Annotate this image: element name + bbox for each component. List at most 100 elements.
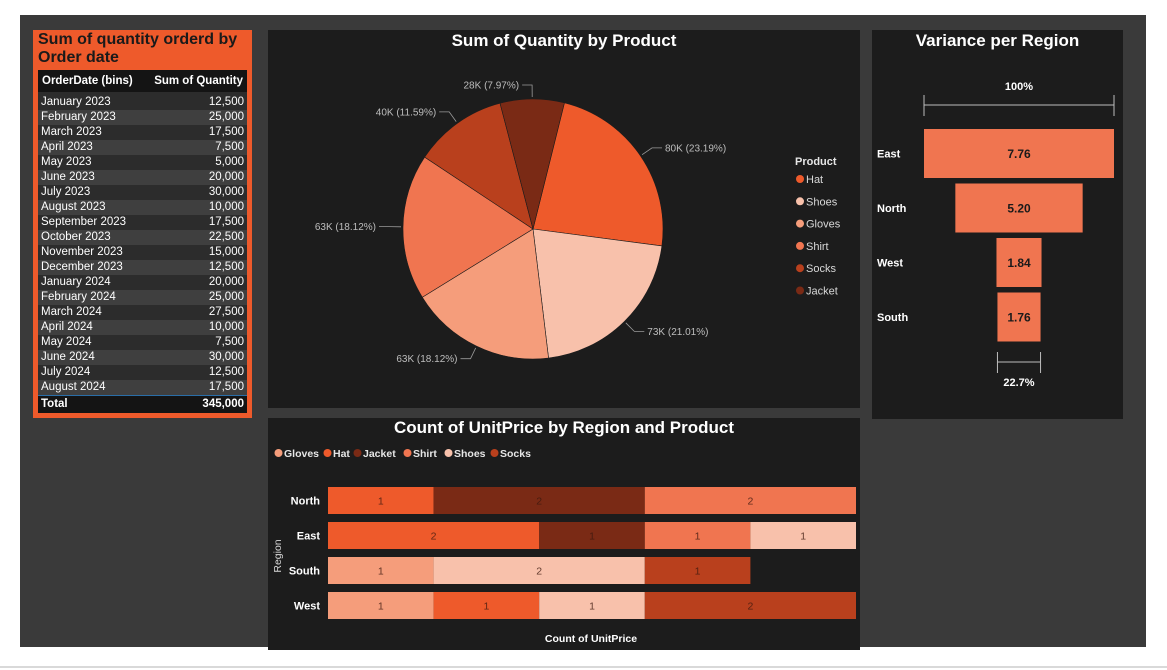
orderdate-cell: April 2024 (38, 320, 144, 335)
orderdate-cell: May 2023 (38, 155, 144, 170)
pie-data-label: 80K (23.19%) (665, 143, 726, 154)
orderdate-cell: August 2023 (38, 200, 144, 215)
quantity-cell: 10,000 (143, 320, 247, 335)
table-row[interactable]: March 2024 27,500 (38, 305, 247, 320)
quantity-table-panel: Sum of quantity orderd by Order date Ord… (33, 30, 252, 418)
legend-marker-socks (796, 264, 804, 273)
table-row[interactable]: May 2023 5,000 (38, 155, 247, 170)
table-row[interactable]: September 2023 17,500 (38, 215, 247, 230)
table-row[interactable]: August 2024 17,500 (38, 380, 247, 396)
legend-marker-shoes (444, 449, 453, 457)
pie-leader-line (439, 111, 457, 122)
funnel-chart-panel: Variance per Region 100% 7.76 East 5.20 Nort… (872, 30, 1123, 419)
x-axis-label: Count of UnitPrice (545, 633, 637, 645)
bar-value-label: 1 (589, 531, 595, 543)
bar-value-label: 2 (536, 496, 542, 508)
table-row[interactable]: October 2023 22,500 (38, 230, 247, 245)
pie-data-label: 73K (21.01%) (647, 327, 708, 338)
table-row[interactable]: August 2023 10,000 (38, 200, 247, 215)
legend-marker-shirt (403, 449, 412, 457)
legend-marker-gloves (796, 219, 804, 228)
total-value: 345,000 (143, 395, 247, 413)
table-row[interactable]: July 2024 12,500 (38, 365, 247, 380)
quantity-cell: 27,500 (143, 305, 247, 320)
column-header-quantity[interactable]: Sum of Quantity (143, 70, 247, 92)
pie-chart: 80K (23.19%) 73K (21.01%) 63K (18.12%) 63K … (315, 81, 841, 366)
funnel-category-label: West (877, 258, 903, 270)
legend-item-hat[interactable]: Hat (333, 448, 350, 460)
legend-marker-socks (490, 449, 499, 457)
legend-item-hat[interactable]: Hat (806, 174, 823, 186)
quantity-cell: 17,500 (143, 125, 247, 140)
pie-data-label: 63K (18.12%) (315, 222, 376, 233)
bar-chart: Gloves Hat Jacket Shirt Shoes Socks North 1 2 2 Ea… (272, 448, 856, 645)
bar-value-label: 2 (536, 566, 542, 578)
pie-slice-shoes[interactable] (532, 228, 663, 359)
column-header-orderdate[interactable]: OrderDate (bins) (38, 70, 144, 92)
legend-item-shoes[interactable]: Shoes (806, 196, 838, 208)
table-row[interactable]: April 2023 7,500 (38, 140, 247, 155)
bar-value-label: 2 (747, 496, 753, 508)
quantity-cell: 17,500 (143, 215, 247, 230)
pie-data-label: 40K (11.59%) (376, 107, 436, 118)
region-label: West (294, 601, 320, 613)
quantity-cell: 5,000 (143, 155, 247, 170)
quantity-cell: 12,500 (143, 260, 247, 275)
bar-value-label: 1 (589, 601, 595, 613)
pie-leader-line (625, 322, 645, 332)
pie-leader-line (641, 147, 662, 156)
legend-item-socks[interactable]: Socks (500, 448, 531, 460)
table-row[interactable]: May 2024 7,500 (38, 335, 247, 350)
bar-value-label: 1 (378, 496, 384, 508)
quantity-cell: 12,500 (143, 92, 247, 110)
quantity-cell: 15,000 (143, 245, 247, 260)
table-row[interactable]: January 2023 12,500 (38, 92, 247, 110)
funnel-chart: 100% 7.76 East 5.20 North 1.84 West 1.76 South 22… (877, 81, 1115, 389)
legend-item-shoes[interactable]: Shoes (454, 448, 486, 460)
table-row[interactable]: June 2024 30,000 (38, 350, 247, 365)
orderdate-cell: February 2023 (38, 110, 144, 125)
funnel-value-label: 1.84 (1007, 256, 1031, 270)
y-axis-label: Region (272, 539, 284, 572)
table-row[interactable]: July 2023 30,000 (38, 185, 247, 200)
bar-value-label: 1 (378, 601, 384, 613)
bottom-divider (0, 666, 1167, 668)
funnel-bottom-bracket (996, 352, 1042, 373)
legend-item-jacket[interactable]: Jacket (806, 286, 838, 298)
legend-item-shirt[interactable]: Shirt (413, 448, 437, 460)
table-title: Sum of quantity orderd by Order date (38, 31, 238, 66)
legend-item-gloves[interactable]: Gloves (284, 448, 319, 460)
table-row[interactable]: April 2024 10,000 (38, 320, 247, 335)
orderdate-cell: July 2024 (38, 365, 144, 380)
table-row[interactable]: June 2023 20,000 (38, 170, 247, 185)
bar-value-label: 1 (378, 566, 384, 578)
orderdate-cell: December 2023 (38, 260, 144, 275)
legend-marker-gloves (274, 449, 283, 457)
quantity-cell: 20,000 (143, 275, 247, 290)
quantity-cell: 7,500 (143, 335, 247, 350)
funnel-value-label: 5.20 (1007, 202, 1031, 216)
pie-legend-title: Product (795, 156, 837, 168)
funnel-category-label: South (877, 312, 908, 324)
table-row[interactable]: January 2024 20,000 (38, 275, 247, 290)
quantity-cell: 30,000 (143, 350, 247, 365)
legend-marker-shirt (796, 241, 804, 250)
quantity-cell: 22,500 (143, 230, 247, 245)
legend-item-jacket[interactable]: Jacket (363, 448, 396, 460)
orderdate-cell: March 2023 (38, 125, 144, 140)
legend-item-gloves[interactable]: Gloves (806, 219, 841, 231)
legend-marker-hat (323, 449, 332, 457)
table-row[interactable]: February 2024 25,000 (38, 290, 247, 305)
table-row[interactable]: March 2023 17,500 (38, 125, 247, 140)
pie-data-label: 63K (18.12%) (396, 354, 457, 365)
funnel-bottom-percent: 22.7% (1003, 377, 1034, 389)
legend-item-shirt[interactable]: Shirt (806, 241, 829, 253)
table-row[interactable]: December 2023 12,500 (38, 260, 247, 275)
orderdate-cell: April 2023 (38, 140, 144, 155)
table-row[interactable]: February 2023 25,000 (38, 110, 247, 125)
quantity-table: OrderDate (bins) Sum of Quantity January… (38, 70, 247, 413)
legend-item-socks[interactable]: Socks (806, 263, 836, 275)
bar-chart-panel: Count of UnitPrice by Region and Product… (268, 418, 860, 650)
table-row[interactable]: November 2023 15,000 (38, 245, 247, 260)
orderdate-cell: March 2024 (38, 305, 144, 320)
